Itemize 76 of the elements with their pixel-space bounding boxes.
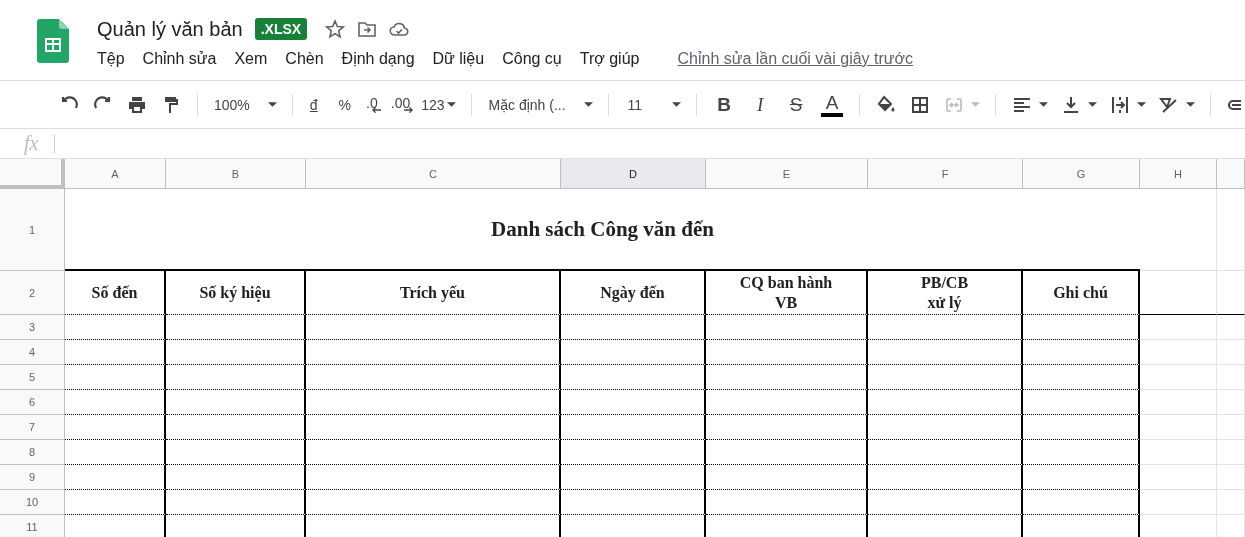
column-header[interactable]: H xyxy=(1140,159,1217,188)
font-dropdown[interactable]: Mặc định (... xyxy=(488,96,566,113)
text-wrapping-icon[interactable] xyxy=(1110,94,1131,115)
currency-format-button[interactable]: đ xyxy=(309,96,318,113)
row-header[interactable]: 6 xyxy=(0,390,65,415)
table-cell xyxy=(1217,390,1245,415)
file-format-badge: .XLSX xyxy=(254,18,308,40)
table-cell xyxy=(1217,340,1245,365)
caret-icon[interactable] xyxy=(267,102,277,107)
star-icon[interactable] xyxy=(325,19,346,39)
strikethrough-button[interactable]: S xyxy=(785,93,808,116)
row-header[interactable]: 2 xyxy=(0,271,65,315)
table-cell xyxy=(1217,271,1245,315)
sheet-title: Danh sách Công văn đến xyxy=(65,189,1140,271)
caret-icon[interactable] xyxy=(1088,102,1098,107)
row-header[interactable]: 10 xyxy=(0,490,65,515)
menu-item[interactable]: Định dạng xyxy=(341,50,423,68)
caret-icon[interactable] xyxy=(1039,102,1049,107)
menu-item[interactable]: Xem xyxy=(234,50,276,68)
menu-item[interactable]: Dữ liệu xyxy=(432,50,493,68)
table-cell xyxy=(1217,365,1245,390)
row-header[interactable]: 7 xyxy=(0,415,65,440)
number-format-dropdown[interactable]: 123 xyxy=(421,96,445,113)
menu-item[interactable]: Trợ giúp xyxy=(579,50,648,68)
caret-icon[interactable] xyxy=(583,102,593,107)
row-header[interactable]: 9 xyxy=(0,465,65,490)
menu-item[interactable]: Chỉnh sửa xyxy=(142,50,225,68)
row-header[interactable]: 8 xyxy=(0,440,65,465)
row-header[interactable]: 5 xyxy=(0,365,65,390)
column-header[interactable]: G xyxy=(1023,159,1140,188)
zoom-dropdown[interactable]: 100% xyxy=(214,96,250,113)
decrease-decimals-button[interactable]: .0 xyxy=(366,94,378,111)
bold-button[interactable]: B xyxy=(713,93,736,116)
column-heading: Trích yếu xyxy=(306,271,561,315)
caret-icon xyxy=(971,102,981,107)
formula-label: fx xyxy=(24,132,39,155)
document-title[interactable]: Quản lý văn bản xyxy=(97,17,243,41)
font-size-dropdown[interactable]: 11 xyxy=(627,96,643,113)
menu-item[interactable]: Chèn xyxy=(285,50,332,68)
caret-icon[interactable] xyxy=(446,102,456,107)
column-header[interactable]: D xyxy=(561,159,706,188)
column-heading: PB/CB xử lý xyxy=(868,271,1023,315)
table-cell xyxy=(1217,465,1245,490)
table-cell xyxy=(1217,490,1245,515)
row-header[interactable]: 4 xyxy=(0,340,65,365)
column-heading: CQ ban hành VB xyxy=(706,271,868,315)
print-icon[interactable] xyxy=(127,94,147,115)
caret-icon[interactable] xyxy=(1137,102,1147,107)
right-arrow-icon xyxy=(404,106,414,113)
move-to-folder-icon[interactable] xyxy=(357,19,378,39)
table-cell xyxy=(1217,415,1245,440)
caret-icon[interactable] xyxy=(672,102,682,107)
column-heading: Ngày đến xyxy=(561,271,706,315)
menu-item[interactable]: Công cụ xyxy=(502,50,570,68)
percent-format-button[interactable]: % xyxy=(338,96,352,113)
column-heading: Ghi chú xyxy=(1023,271,1140,315)
column-header[interactable]: F xyxy=(868,159,1023,188)
row-header[interactable]: 3 xyxy=(0,315,65,340)
left-arrow-icon xyxy=(371,106,381,113)
last-edit-link[interactable]: Chỉnh sửa lần cuối vài giây trước xyxy=(677,50,914,68)
menu-item[interactable]: Tệp xyxy=(97,50,133,68)
column-heading: Số đến xyxy=(65,271,166,315)
table-cell xyxy=(1217,315,1245,340)
table-cell xyxy=(1217,440,1245,465)
row-header[interactable]: 11 xyxy=(0,515,65,537)
caret-icon[interactable] xyxy=(1186,102,1196,107)
row-header[interactable]: 1 xyxy=(0,189,65,271)
column-header[interactable]: A xyxy=(65,159,166,188)
column-header[interactable]: E xyxy=(706,159,868,188)
column-header[interactable]: B xyxy=(166,159,306,188)
column-heading: Số ký hiệu xyxy=(166,271,306,315)
text-color-button[interactable]: A xyxy=(821,92,844,117)
borders-icon[interactable] xyxy=(910,94,931,115)
increase-decimals-button[interactable]: .00 xyxy=(390,94,411,111)
italic-button[interactable]: I xyxy=(749,93,772,116)
sheets-logo-icon[interactable] xyxy=(37,19,69,63)
